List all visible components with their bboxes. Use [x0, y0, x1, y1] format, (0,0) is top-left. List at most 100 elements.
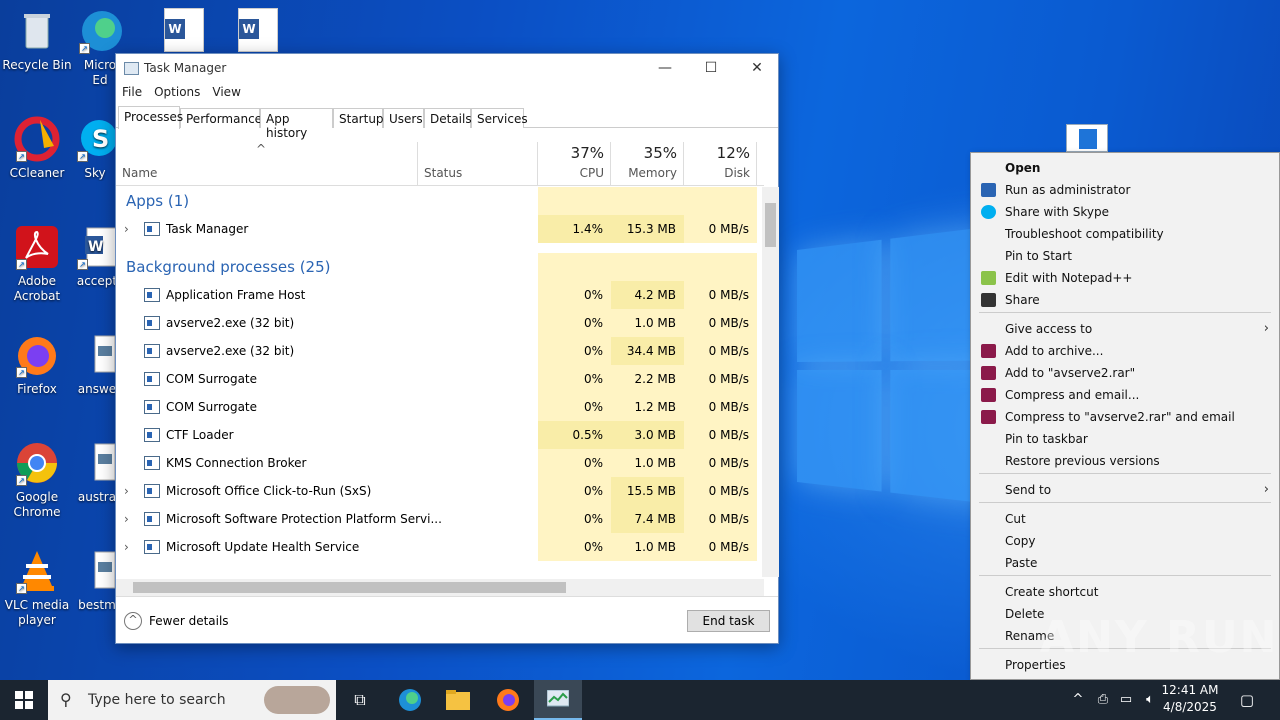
menu-item-paste[interactable]: Paste — [971, 552, 1279, 574]
menu-item-share[interactable]: Share — [971, 289, 1279, 311]
process-name: Task Manager — [166, 222, 249, 236]
menu-item-troubleshoot[interactable]: Troubleshoot compatibility — [971, 223, 1279, 245]
table-row[interactable]: avserve2.exe (32 bit) 0% 34.4 MB 0 MB/s — [116, 337, 764, 365]
edge-taskbar-icon[interactable] — [386, 680, 434, 720]
vertical-scrollbar[interactable] — [762, 187, 779, 577]
chevron-up-icon[interactable]: ^ — [1070, 680, 1086, 720]
column-name[interactable]: ^ Name — [116, 142, 418, 186]
task-manager-taskbar-icon[interactable] — [534, 680, 582, 720]
desktop-icon-accept[interactable]: W ↗ accept — [75, 224, 119, 289]
fewer-details-link[interactable]: Fewer details — [149, 614, 229, 628]
table-row[interactable]: › Task Manager 1.4% 15.3 MB 0 MB/s — [116, 215, 764, 243]
column-status[interactable]: Status — [418, 142, 538, 186]
chevron-up-icon[interactable]: ^ — [124, 612, 142, 630]
memory-cell: 15.5 MB — [611, 477, 684, 505]
table-row[interactable]: KMS Connection Broker 0% 1.0 MB 0 MB/s — [116, 449, 764, 477]
column-cpu[interactable]: 37% CPU — [538, 142, 611, 186]
memory-total: 35% — [643, 144, 677, 162]
desktop-icon-answer[interactable]: answe — [75, 332, 119, 397]
clock[interactable]: 12:41 AM 4/8/2025 — [1160, 682, 1220, 716]
firefox-taskbar-icon[interactable] — [484, 680, 532, 720]
search-box[interactable]: ⚲ Type here to search — [48, 680, 336, 720]
tab-performance[interactable]: Performance — [180, 108, 262, 128]
desktop-icon-adobe-acrobat[interactable]: ↗ Adobe Acrobat — [0, 224, 74, 304]
desktop-icon-ccleaner[interactable]: ↗ CCleaner — [0, 116, 74, 181]
chevron-right-icon[interactable]: › — [124, 477, 129, 505]
table-row[interactable]: › Microsoft Update Health Service 0% 1.0 MB… — [116, 533, 764, 561]
desktop-icon-bestm[interactable]: bestm — [75, 548, 119, 613]
desktop-icon-skype[interactable]: S ↗ Sky — [75, 116, 115, 181]
menu-options[interactable]: Options — [148, 84, 206, 100]
process-name: Application Frame Host — [166, 288, 306, 302]
desktop-icon-firefox[interactable]: ↗ Firefox — [0, 332, 74, 397]
menu-file[interactable]: File — [116, 84, 148, 100]
network-icon[interactable]: ⎙ — [1094, 680, 1112, 720]
desktop-icon-google-chrome[interactable]: ↗ Google Chrome — [0, 440, 74, 520]
maximize-button[interactable]: ☐ — [688, 54, 734, 84]
horizontal-scrollbar[interactable] — [116, 579, 764, 596]
column-cpu-label: CPU — [579, 166, 604, 180]
menu-item-compress-rar-email[interactable]: Compress to "avserve2.rar" and email — [971, 406, 1279, 428]
close-button[interactable]: ✕ — [734, 54, 780, 84]
tab-users[interactable]: Users — [383, 108, 424, 128]
tab-services[interactable]: Services — [471, 108, 528, 128]
menu-item-edit-notepadpp[interactable]: Edit with Notepad++ — [971, 267, 1279, 289]
scrollbar-thumb[interactable] — [133, 582, 566, 593]
menu-item-pin-to-start[interactable]: Pin to Start — [971, 245, 1279, 267]
tab-details[interactable]: Details — [424, 108, 472, 128]
memory-cell: 15.3 MB — [611, 215, 684, 243]
column-disk[interactable]: 12% Disk — [684, 142, 757, 186]
file-explorer-icon[interactable] — [434, 680, 482, 720]
selected-file-icon[interactable] — [1066, 124, 1108, 152]
menu-item-add-to-rar[interactable]: Add to "avserve2.rar" — [971, 362, 1279, 384]
table-row[interactable]: Application Frame Host 0% 4.2 MB 0 MB/s — [116, 281, 764, 309]
table-row[interactable]: CTF Loader 0.5% 3.0 MB 0 MB/s — [116, 421, 764, 449]
menu-item-send-to[interactable]: Send to › — [971, 479, 1279, 501]
share-icon — [981, 293, 996, 307]
notification-icon[interactable]: ▢ — [1234, 680, 1260, 720]
menu-item-restore-versions[interactable]: Restore previous versions — [971, 450, 1279, 472]
menu-item-compress-email[interactable]: Compress and email... — [971, 384, 1279, 406]
network-wired-icon[interactable]: ▭ — [1116, 680, 1136, 720]
cpu-cell — [538, 253, 611, 281]
desktop-icon-austra[interactable]: austra — [75, 440, 119, 505]
menu-item-add-to-archive[interactable]: Add to archive... — [971, 340, 1279, 362]
app-icon — [144, 344, 160, 358]
process-name: COM Surrogate — [166, 400, 258, 414]
chevron-right-icon[interactable]: › — [124, 533, 129, 561]
menu-item-create-shortcut[interactable]: Create shortcut — [971, 581, 1279, 603]
word-doc-icon[interactable]: W — [164, 8, 204, 52]
menu-item-copy[interactable]: Copy — [971, 530, 1279, 552]
menu-view[interactable]: View — [206, 84, 246, 100]
volume-icon[interactable]: 🔈︎ — [1140, 680, 1160, 720]
end-task-button[interactable]: End task — [687, 610, 770, 632]
menu-item-share-with-skype[interactable]: Share with Skype — [971, 201, 1279, 223]
menu-item-give-access-to[interactable]: Give access to › — [971, 318, 1279, 340]
table-row[interactable]: COM Surrogate 0% 2.2 MB 0 MB/s — [116, 365, 764, 393]
column-memory[interactable]: 35% Memory — [611, 142, 684, 186]
desktop-icon-recycle-bin[interactable]: Recycle Bin — [0, 8, 74, 73]
tab-app-history[interactable]: App history — [260, 108, 333, 140]
start-button[interactable] — [0, 680, 48, 720]
minimize-button[interactable]: — — [642, 54, 688, 84]
task-view-icon[interactable]: ⧉ — [336, 680, 384, 720]
table-row[interactable]: avserve2.exe (32 bit) 0% 1.0 MB 0 MB/s — [116, 309, 764, 337]
table-row[interactable]: › Microsoft Office Click-to-Run (SxS) 0% 15… — [116, 477, 764, 505]
menu-item-pin-to-taskbar[interactable]: Pin to taskbar — [971, 428, 1279, 450]
chevron-right-icon[interactable]: › — [124, 505, 129, 533]
tab-startup[interactable]: Startup — [333, 108, 384, 128]
title-bar[interactable]: Task Manager — ☐ ✕ — [116, 54, 778, 84]
menu-item-run-as-admin[interactable]: Run as administrator — [971, 179, 1279, 201]
tab-processes[interactable]: Processes — [118, 106, 183, 129]
menu-separator — [979, 502, 1271, 503]
office-icon — [144, 484, 160, 498]
scrollbar-thumb[interactable] — [765, 203, 776, 247]
desktop-icon-vlc[interactable]: ↗ VLC media player — [0, 548, 74, 628]
chevron-right-icon[interactable]: › — [124, 215, 129, 243]
menu-item-cut[interactable]: Cut — [971, 508, 1279, 530]
windows-icon — [15, 691, 33, 709]
table-row[interactable]: › Microsoft Software Protection Platform … — [116, 505, 764, 533]
menu-item-open[interactable]: Open — [971, 157, 1279, 179]
word-doc-icon[interactable]: W — [238, 8, 278, 52]
table-row[interactable]: COM Surrogate 0% 1.2 MB 0 MB/s — [116, 393, 764, 421]
